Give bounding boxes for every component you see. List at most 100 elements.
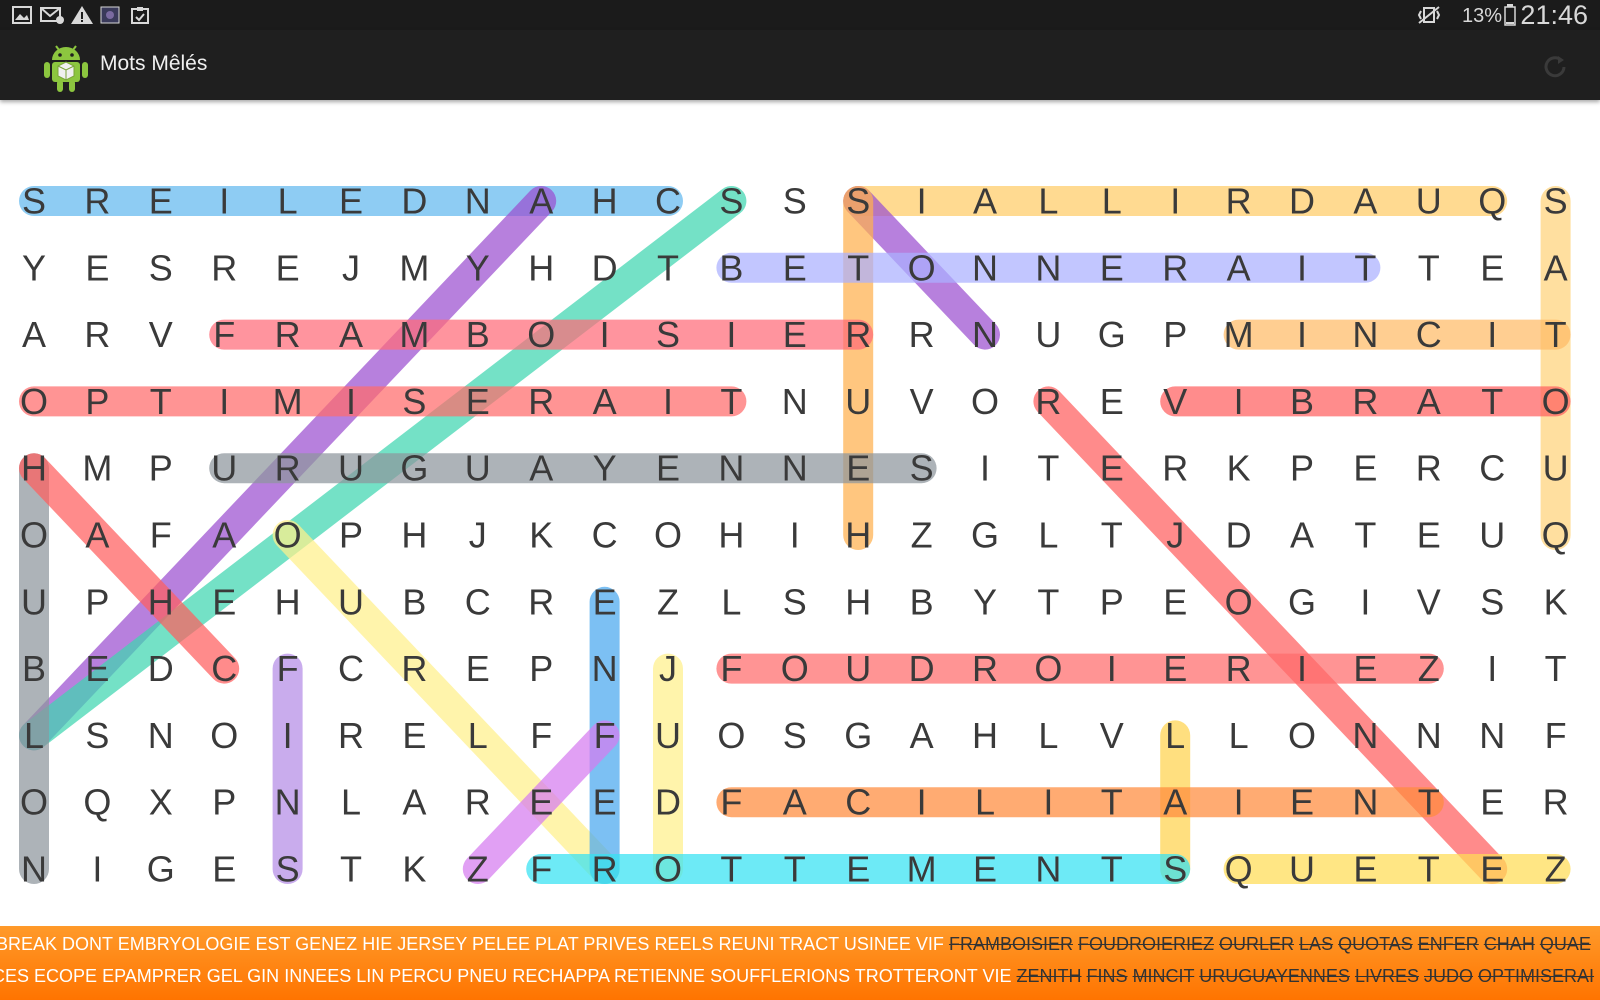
grid-cell[interactable]: T	[1418, 247, 1440, 288]
grid-cell[interactable]: U	[845, 648, 871, 689]
grid-cell[interactable]: E	[593, 581, 617, 622]
grid-cell[interactable]: E	[1163, 648, 1187, 689]
grid-cell[interactable]: Z	[1545, 849, 1567, 890]
grid-cell[interactable]: S	[846, 181, 870, 222]
grid-cell[interactable]: E	[466, 381, 490, 422]
grid-cell[interactable]: L	[721, 581, 741, 622]
grid-cell[interactable]: I	[917, 782, 927, 823]
grid-cell[interactable]: K	[402, 849, 426, 890]
grid-cell[interactable]: T	[1037, 581, 1059, 622]
grid-cell[interactable]: F	[594, 715, 616, 756]
grid-cell[interactable]: P	[1290, 448, 1314, 489]
grid-cell[interactable]: O	[971, 381, 999, 422]
grid-cell[interactable]: S	[1163, 849, 1187, 890]
grid-cell[interactable]: E	[402, 715, 426, 756]
grid-cell[interactable]: A	[1290, 515, 1314, 556]
grid-cell[interactable]: T	[784, 849, 806, 890]
grid-cell[interactable]: A	[529, 181, 553, 222]
grid-cell[interactable]: Q	[1542, 515, 1570, 556]
grid-cell[interactable]: G	[147, 849, 175, 890]
grid-cell[interactable]: N	[465, 181, 491, 222]
grid-cell[interactable]: G	[400, 448, 428, 489]
grid-cell[interactable]: E	[846, 448, 870, 489]
grid-cell[interactable]: U	[1035, 314, 1061, 355]
grid-cell[interactable]: E	[1417, 515, 1441, 556]
grid-cell[interactable]: D	[1226, 515, 1252, 556]
grid-cell[interactable]: V	[1417, 581, 1441, 622]
grid-cell[interactable]: C	[1479, 448, 1505, 489]
grid-cell[interactable]: T	[1545, 314, 1567, 355]
grid-cell[interactable]: R	[84, 314, 110, 355]
grid-cell[interactable]: A	[402, 782, 426, 823]
grid-cell[interactable]: I	[1487, 314, 1497, 355]
grid-cell[interactable]: E	[1480, 849, 1504, 890]
grid-cell[interactable]: P	[212, 782, 236, 823]
grid-cell[interactable]: E	[212, 581, 236, 622]
grid-cell[interactable]: H	[845, 515, 871, 556]
grid-cell[interactable]: K	[529, 515, 553, 556]
grid-cell[interactable]: D	[592, 247, 618, 288]
refresh-icon[interactable]	[1540, 52, 1570, 82]
grid-cell[interactable]: Q	[1225, 849, 1253, 890]
grid-cell[interactable]: Z	[467, 849, 489, 890]
grid-cell[interactable]: A	[1227, 247, 1251, 288]
grid-cell[interactable]: P	[339, 515, 363, 556]
grid-cell[interactable]: D	[401, 181, 427, 222]
grid-cell[interactable]: V	[1163, 381, 1187, 422]
grid-cell[interactable]: X	[149, 782, 173, 823]
grid-cell[interactable]: Y	[466, 247, 490, 288]
grid-cell[interactable]: A	[1163, 782, 1187, 823]
grid-cell[interactable]: S	[656, 314, 680, 355]
grid-cell[interactable]: O	[1542, 381, 1570, 422]
grid-cell[interactable]: N	[1352, 314, 1378, 355]
grid-cell[interactable]: O	[20, 782, 48, 823]
grid-cell[interactable]: K	[1544, 581, 1568, 622]
grid-cell[interactable]: N	[1352, 782, 1378, 823]
grid-cell[interactable]: R	[528, 581, 554, 622]
grid-cell[interactable]: C	[845, 782, 871, 823]
grid-cell[interactable]: J	[659, 648, 677, 689]
grid-cell[interactable]: S	[719, 181, 743, 222]
grid-cell[interactable]: S	[783, 715, 807, 756]
grid-cell[interactable]: Y	[22, 247, 46, 288]
grid-cell[interactable]: A	[339, 314, 363, 355]
grid-cell[interactable]: O	[20, 515, 48, 556]
grid-cell[interactable]: U	[1289, 849, 1315, 890]
grid-cell[interactable]: R	[592, 849, 618, 890]
grid-cell[interactable]: E	[85, 247, 109, 288]
grid-cell[interactable]: U	[1543, 448, 1569, 489]
grid-cell[interactable]: L	[1038, 515, 1058, 556]
grid-cell[interactable]: I	[1360, 581, 1370, 622]
grid-cell[interactable]: L	[1102, 181, 1122, 222]
grid-cell[interactable]: M	[1224, 314, 1254, 355]
grid-cell[interactable]: L	[468, 715, 488, 756]
grid-cell[interactable]: O	[717, 715, 745, 756]
grid-cell[interactable]: I	[663, 381, 673, 422]
grid-cell[interactable]: B	[402, 581, 426, 622]
grid-cell[interactable]: O	[274, 515, 302, 556]
grid-cell[interactable]: U	[338, 581, 364, 622]
grid-cell[interactable]: S	[1480, 581, 1504, 622]
grid-cell[interactable]: R	[401, 648, 427, 689]
grid-cell[interactable]: R	[845, 314, 871, 355]
grid-cell[interactable]: A	[529, 448, 553, 489]
grid-cell[interactable]: S	[402, 381, 426, 422]
grid-cell[interactable]: V	[149, 314, 173, 355]
grid-cell[interactable]: U	[338, 448, 364, 489]
grid-cell[interactable]: U	[655, 715, 681, 756]
grid-cell[interactable]: E	[529, 782, 553, 823]
grid-cell[interactable]: O	[654, 515, 682, 556]
grid-cell[interactable]: L	[1229, 715, 1249, 756]
grid-cell[interactable]: A	[1353, 181, 1377, 222]
grid-cell[interactable]: N	[1479, 715, 1505, 756]
grid-cell[interactable]: Q	[1478, 181, 1506, 222]
grid-cell[interactable]: B	[719, 247, 743, 288]
grid-cell[interactable]: T	[1354, 515, 1376, 556]
grid-cell[interactable]: R	[1162, 247, 1188, 288]
grid-cell[interactable]: G	[971, 515, 999, 556]
grid-cell[interactable]: T	[657, 247, 679, 288]
grid-cell[interactable]: F	[1545, 715, 1567, 756]
grid-cell[interactable]: E	[1290, 782, 1314, 823]
grid-cell[interactable]: F	[277, 648, 299, 689]
grid-cell[interactable]: L	[1165, 715, 1185, 756]
